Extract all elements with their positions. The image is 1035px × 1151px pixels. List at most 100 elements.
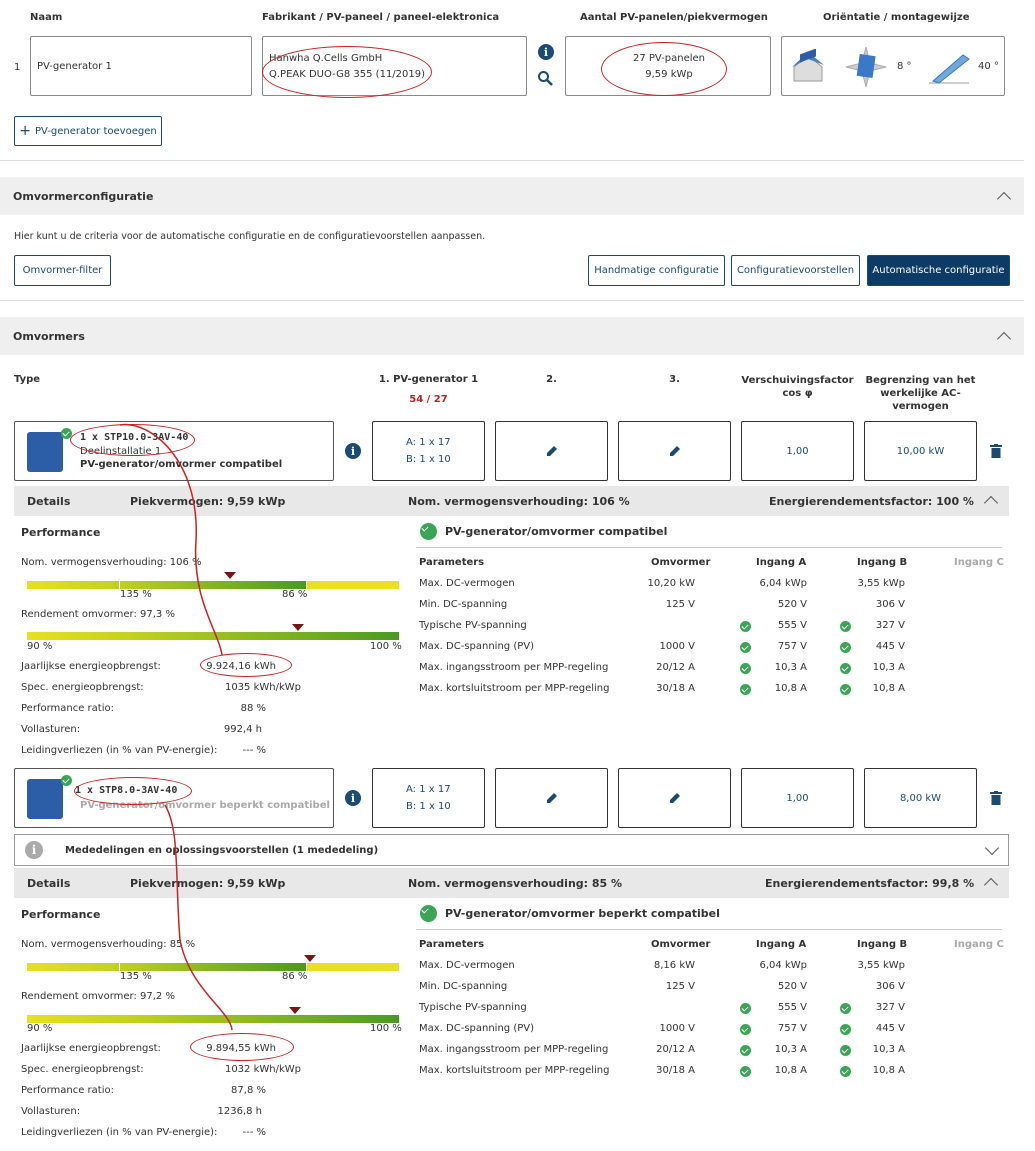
param-ingang-b-value: 3,55 kWp <box>857 960 905 971</box>
metric-label: Performance ratio: <box>21 703 114 714</box>
param-name: Max. DC-vermogen <box>419 960 515 971</box>
check-icon <box>740 642 751 653</box>
ratio-marker <box>304 955 316 962</box>
rendement-label: Rendement omvormer: 97,2 % <box>21 991 175 1002</box>
chevron-up-icon[interactable] <box>983 877 999 893</box>
rendement-marker <box>292 624 304 631</box>
param-ingang-a-value: 10,8 A <box>774 1065 807 1076</box>
search-icon[interactable] <box>537 70 553 88</box>
chevron-down-icon[interactable] <box>984 840 1000 856</box>
gen2-edit-cell[interactable] <box>495 768 608 828</box>
red-annotation-circle <box>190 1033 294 1061</box>
metric-label: Vollasturen: <box>21 1106 81 1117</box>
param-ingang-a-value: 757 V <box>777 641 807 652</box>
check-icon <box>840 642 851 653</box>
metric-value: --- % <box>242 745 266 756</box>
string-b: B: 1 x 10 <box>406 454 451 465</box>
param-header: Omvormer <box>651 939 711 950</box>
param-name: Max. kortsluitstroom per MPP-regeling <box>419 1065 610 1076</box>
param-omvormer-value: 10,20 kW <box>647 578 696 589</box>
details-bar[interactable]: Details Piekvermogen: 9,59 kWp Nom. verm… <box>14 868 1009 898</box>
check-icon <box>840 621 851 632</box>
metric-label: Performance ratio: <box>21 1085 114 1096</box>
chevron-up-icon[interactable] <box>996 331 1012 347</box>
param-ingang-a-value: 757 V <box>777 1023 807 1034</box>
performance-title: Performance <box>21 908 101 921</box>
pencil-icon <box>546 446 557 456</box>
chevron-up-icon[interactable] <box>996 191 1012 207</box>
param-ingang-b-value: 306 V <box>875 981 905 992</box>
param-name: Typische PV-spanning <box>419 620 527 631</box>
gen1-strings-cell[interactable]: A: 1 x 17 B: 1 x 10 <box>372 768 485 828</box>
gen1-strings-cell[interactable]: A: 1 x 17 B: 1 x 10 <box>372 421 485 481</box>
divider <box>0 160 1024 161</box>
chevron-up-icon[interactable] <box>983 495 999 511</box>
tilt-icon <box>929 54 970 84</box>
info-icon[interactable]: i <box>345 790 361 806</box>
metric-value: --- % <box>242 1127 266 1138</box>
info-icon[interactable]: i <box>538 44 554 60</box>
metric-label: Leidingverliezen (in % van PV-energie): <box>21 745 218 756</box>
check-icon <box>420 905 437 922</box>
check-icon <box>740 663 751 674</box>
divider <box>416 547 1002 548</box>
details-bar[interactable]: Details Piekvermogen: 9,59 kWp Nom. verm… <box>14 486 1009 516</box>
check-icon <box>740 1066 751 1077</box>
check-icon <box>840 1024 851 1035</box>
info-icon[interactable]: i <box>345 443 361 459</box>
nom-ratio-label: Nom. vermogensverhouding: 106 % <box>21 557 202 568</box>
col-orientation-header: Oriëntatie / montagewijze <box>823 12 970 23</box>
auto-config-button[interactable]: Automatische configuratie <box>867 255 1010 286</box>
param-omvormer-value: 20/12 A <box>656 662 695 673</box>
scale-right: 86 % <box>282 971 308 982</box>
cos-phi-cell[interactable]: 1,00 <box>741 421 854 481</box>
param-ingang-a-value: 555 V <box>777 620 807 631</box>
param-header: Parameters <box>419 939 485 950</box>
omvormers-header[interactable]: Omvormers <box>0 317 1024 355</box>
pv-orientation-field[interactable]: 8 ° 40 ° <box>781 36 1005 96</box>
add-pv-generator-button[interactable]: + PV-generator toevoegen <box>14 116 162 146</box>
inverter-image <box>27 779 63 819</box>
ac-limit-cell[interactable]: 8,00 kW <box>864 768 977 828</box>
ratio-marker <box>224 572 236 579</box>
trash-icon[interactable] <box>990 791 1002 805</box>
check-icon <box>840 684 851 695</box>
param-omvormer-value: 1000 V <box>659 1023 695 1034</box>
red-annotation-circle <box>200 653 292 677</box>
ac-limit-cell[interactable]: 10,00 kW <box>864 421 977 481</box>
check-icon <box>840 1045 851 1056</box>
metric-label: Spec. energieopbrengst: <box>21 1064 144 1075</box>
section-title: Omvormerconfiguratie <box>13 190 154 203</box>
param-ingang-b-value: 327 V <box>875 620 905 631</box>
config-proposals-button[interactable]: Configuratievoorstellen <box>731 255 860 286</box>
pv-name-field[interactable]: PV-generator 1 <box>30 36 252 96</box>
check-icon <box>740 621 751 632</box>
metric-label: Vollasturen: <box>21 724 81 735</box>
trash-icon[interactable] <box>990 444 1002 458</box>
param-ingang-a-value: 6,04 kWp <box>759 578 807 589</box>
param-header: Omvormer <box>651 557 711 568</box>
gen3-edit-cell[interactable] <box>618 768 731 828</box>
metric-value: 992,4 h <box>223 724 262 735</box>
param-header: Ingang C <box>954 557 1004 568</box>
gen3-edit-cell[interactable] <box>618 421 731 481</box>
check-icon <box>420 523 437 540</box>
param-ingang-a-value: 10,8 A <box>774 683 807 694</box>
omvormerconfiguratie-header[interactable]: Omvormerconfiguratie <box>0 177 1024 215</box>
pencil-icon <box>546 793 557 803</box>
notice-bar[interactable]: i Mededelingen en oplossingsvoorstellen … <box>14 834 1009 866</box>
scale-right: 100 % <box>370 1023 402 1034</box>
pv-name-value: PV-generator 1 <box>37 61 112 72</box>
gen2-edit-cell[interactable] <box>495 421 608 481</box>
manual-config-button[interactable]: Handmatige configuratie <box>588 255 725 286</box>
param-name: Min. DC-spanning <box>419 981 508 992</box>
tilt-value: 40 ° <box>978 61 999 72</box>
param-ingang-a-value: 6,04 kWp <box>759 960 807 971</box>
omvormer-filter-button[interactable]: Omvormer-filter <box>14 255 111 286</box>
scale-left: 135 % <box>120 971 152 982</box>
cos-phi-cell[interactable]: 1,00 <box>741 768 854 828</box>
azimuth-value: 8 ° <box>897 61 912 72</box>
divider <box>0 300 1024 301</box>
param-ingang-b-value: 10,8 A <box>872 683 905 694</box>
red-annotation-lines <box>119 423 233 1031</box>
